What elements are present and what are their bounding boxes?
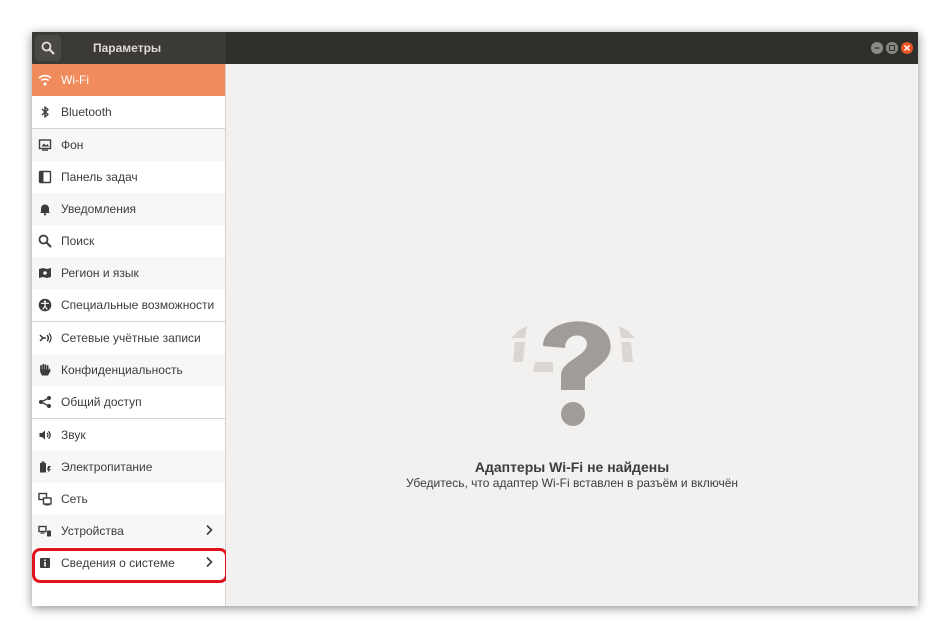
sidebar-item-region[interactable]: Регион и язык	[32, 257, 225, 289]
sidebar-item-label: Конфиденциальность	[61, 363, 183, 377]
sidebar-item-label: Wi-Fi	[61, 73, 89, 87]
sidebar-item-wifi[interactable]: Wi-Fi	[32, 64, 225, 96]
title-bar-left: Параметры	[32, 32, 226, 64]
maximize-icon	[888, 44, 896, 52]
chevron-right-icon	[206, 556, 213, 568]
sidebar-item-details[interactable]: Сведения о системе	[32, 547, 225, 579]
wifi-icon	[38, 73, 52, 87]
bluetooth-icon	[38, 105, 52, 119]
sidebar-item-network[interactable]: Сеть	[32, 483, 225, 515]
sidebar-item-bluetooth[interactable]: Bluetooth	[32, 96, 225, 128]
sidebar-item-label: Регион и язык	[61, 266, 139, 280]
sidebar-item-label: Сеть	[61, 492, 88, 506]
search-button[interactable]	[35, 35, 61, 61]
sidebar-item-label: Звук	[61, 428, 86, 442]
empty-state-title: Адаптеры Wi-Fi не найдены	[474, 459, 670, 475]
dock-icon	[38, 170, 52, 184]
sidebar-item-label: Специальные возможности	[61, 298, 215, 312]
sidebar-item-power[interactable]: Электропитание	[32, 451, 225, 483]
sidebar-item-label: Электропитание	[61, 460, 153, 474]
close-icon	[904, 45, 910, 51]
sidebar-item-notifications[interactable]: Уведомления	[32, 193, 225, 225]
search-icon	[38, 234, 52, 248]
question-mark-icon	[511, 321, 635, 426]
sidebar-item-label: Сетевые учётные записи	[61, 331, 201, 345]
share-icon	[38, 395, 52, 409]
settings-sidebar: Wi-Fi Bluetooth Фон Панель задач Уведомл…	[32, 64, 228, 606]
privacy-hand-icon	[38, 363, 52, 377]
window-title: Параметры	[93, 41, 162, 55]
search-icon	[41, 41, 55, 55]
sidebar-item-label: Bluetooth	[61, 105, 112, 119]
settings-window: Параметры Wi-Fi Bluetooth Фон Панель зад…	[32, 32, 918, 606]
chevron-right-icon	[206, 524, 213, 536]
sidebar-item-label: Панель задач	[61, 170, 138, 184]
title-bar: Параметры	[32, 32, 918, 64]
sidebar-item-label: Сведения о системе	[61, 556, 175, 570]
minimize-icon	[874, 47, 880, 49]
power-icon	[38, 460, 52, 474]
background-icon	[38, 138, 52, 152]
window-controls	[871, 42, 913, 54]
speaker-icon	[38, 428, 52, 442]
minimize-button[interactable]	[871, 42, 883, 54]
network-icon	[38, 492, 52, 506]
maximize-button[interactable]	[886, 42, 898, 54]
sidebar-item-label: Устройства	[61, 524, 124, 538]
close-button[interactable]	[901, 42, 913, 54]
devices-icon	[38, 524, 52, 538]
sidebar-item-devices[interactable]: Устройства	[32, 515, 225, 547]
online-accounts-icon	[38, 331, 52, 345]
sidebar-item-sharing[interactable]: Общий доступ	[32, 386, 225, 418]
bell-icon	[38, 202, 52, 216]
sidebar-item-label: Фон	[61, 138, 84, 152]
sidebar-item-dock[interactable]: Панель задач	[32, 161, 225, 193]
main-content: Адаптеры Wi-Fi не найдены Убедитесь, что…	[226, 64, 918, 606]
sidebar-item-sound[interactable]: Звук	[32, 418, 225, 451]
info-icon	[38, 556, 52, 570]
sidebar-item-online-accounts[interactable]: Сетевые учётные записи	[32, 321, 225, 354]
sidebar-item-accessibility[interactable]: Специальные возможности	[32, 289, 225, 321]
sidebar-item-search[interactable]: Поиск	[32, 225, 225, 257]
sidebar-item-label: Поиск	[61, 234, 95, 248]
sidebar-item-label: Уведомления	[61, 202, 137, 216]
sidebar-item-background[interactable]: Фон	[32, 128, 225, 161]
sidebar-item-privacy[interactable]: Конфиденциальность	[32, 354, 225, 386]
sidebar-item-label: Общий доступ	[61, 395, 142, 409]
region-icon	[38, 266, 52, 280]
empty-state-subtitle: Убедитесь, что адаптер Wi-Fi вставлен в …	[405, 476, 738, 490]
accessibility-icon	[38, 298, 52, 312]
